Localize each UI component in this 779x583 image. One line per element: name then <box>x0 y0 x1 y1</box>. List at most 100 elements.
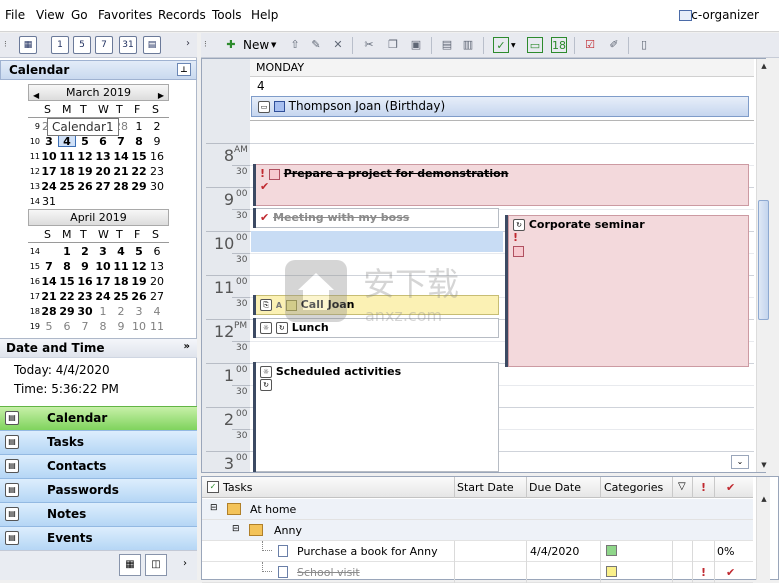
calendar-day[interactable]: 7 <box>40 260 58 273</box>
calendar-day[interactable]: 1 <box>94 305 112 318</box>
calendar-day[interactable]: 7 <box>112 135 130 148</box>
filter-icon[interactable]: ▽ <box>678 481 686 492</box>
calendar-day[interactable]: 23 <box>76 290 94 303</box>
calendar-day[interactable]: 13 <box>94 150 112 163</box>
completed-column-icon[interactable]: ✔ <box>726 481 735 494</box>
column-start-date[interactable]: Start Date <box>457 481 514 494</box>
calendar-day[interactable]: 14 <box>40 275 58 288</box>
task-subgroup-row[interactable]: ⊟ Anny <box>202 520 753 541</box>
calendar-day[interactable]: 1 <box>130 120 148 133</box>
calendar-day[interactable]: 26 <box>130 290 148 303</box>
expand-icon[interactable]: › <box>174 554 196 576</box>
today-view-button[interactable]: ▦ <box>19 36 37 54</box>
calendar-day[interactable]: 25 <box>58 180 76 193</box>
week-view-button[interactable]: 7 <box>95 36 113 54</box>
column-categories[interactable]: Categories <box>604 481 663 494</box>
calendar-day[interactable]: 2 <box>76 245 94 258</box>
paste-icon[interactable]: ▣ <box>408 37 424 53</box>
calendar-day[interactable]: 10 <box>130 320 148 333</box>
menu-tools[interactable]: Tools <box>212 8 242 22</box>
chevron-down-icon[interactable]: ▼ <box>271 41 276 49</box>
work-week-button[interactable]: 5 <box>73 36 91 54</box>
calendar-day[interactable]: 8 <box>94 320 112 333</box>
calendar-day[interactable]: 9 <box>76 260 94 273</box>
collapse-icon[interactable]: ⊟ <box>232 524 240 534</box>
task-group-row[interactable]: ⊟ At home <box>202 499 753 520</box>
table-row[interactable]: Purchase a book for Anny 4/4/2020 0% <box>202 541 753 562</box>
calendar-day[interactable]: 20 <box>94 165 112 178</box>
calendar-day[interactable]: 5 <box>76 135 94 148</box>
edit-icon[interactable]: ✎ <box>308 37 324 53</box>
scroll-up-icon[interactable]: ▲ <box>758 60 770 72</box>
nav-button-passwords[interactable]: ▤ Passwords <box>0 478 197 502</box>
calendar-day[interactable]: 16 <box>76 275 94 288</box>
calendar-day[interactable]: 26 <box>76 180 94 193</box>
calendar-day[interactable]: 28 <box>112 180 130 193</box>
pin-icon[interactable]: ⊥ <box>177 63 191 76</box>
menu-view[interactable]: View <box>36 8 64 22</box>
properties-icon[interactable]: ▤ <box>439 37 455 53</box>
calendar-day[interactable]: 4 <box>58 135 76 148</box>
calendar-day[interactable]: 10 <box>94 260 112 273</box>
options-icon[interactable]: ◫ <box>145 554 167 576</box>
calendar-day[interactable]: 30 <box>76 305 94 318</box>
calendar-day[interactable]: 8 <box>130 135 148 148</box>
calendar-day[interactable]: 21 <box>40 290 58 303</box>
event-corporate-seminar[interactable]: ↻ Corporate seminar ! <box>508 215 749 367</box>
calendar-day[interactable]: 6 <box>58 320 76 333</box>
calendar-day[interactable]: 9 <box>112 320 130 333</box>
calendar-day[interactable]: 29 <box>130 180 148 193</box>
scroll-thumb[interactable] <box>758 200 769 320</box>
collapse-icon[interactable]: » <box>184 341 190 352</box>
delete-icon[interactable]: ✕ <box>330 37 346 53</box>
menu-favorites[interactable]: Favorites <box>98 8 152 22</box>
column-tasks[interactable]: Tasks <box>223 481 252 494</box>
chevron-down-icon[interactable]: ⌄ <box>731 455 749 469</box>
calendar-day[interactable]: 13 <box>148 260 166 273</box>
calendar-day[interactable]: 10 <box>40 150 58 163</box>
calendar-day[interactable]: 19 <box>76 165 94 178</box>
calendar-day[interactable]: 4 <box>148 305 166 318</box>
chevron-right-icon[interactable]: › <box>186 38 190 49</box>
calendar-day[interactable]: 15 <box>130 150 148 163</box>
calendar-day[interactable]: 11 <box>112 260 130 273</box>
calendar-day[interactable]: 28 <box>40 305 58 318</box>
task-list-icon[interactable]: ☑ <box>582 37 598 53</box>
task-scrollbar[interactable]: ▲ <box>756 477 770 580</box>
calendar-day[interactable]: 30 <box>148 180 166 193</box>
calendar-day[interactable]: 3 <box>94 245 112 258</box>
nav-button-events[interactable]: ▤ Events <box>0 526 197 550</box>
calendar-day[interactable]: 25 <box>112 290 130 303</box>
allday-event[interactable]: ▭ Thompson Joan (Birthday) <box>251 96 749 117</box>
calendar-day[interactable]: 6 <box>148 245 166 258</box>
scroll-up-icon[interactable]: ▲ <box>758 493 770 505</box>
collapse-icon[interactable]: ⊟ <box>210 503 218 513</box>
note-icon[interactable]: ✐ <box>606 37 622 53</box>
calendar-day[interactable]: 27 <box>94 180 112 193</box>
complete-icon[interactable]: ✓ <box>493 37 509 53</box>
calendar-day[interactable]: 7 <box>76 320 94 333</box>
column-due-date[interactable]: Due Date <box>529 481 581 494</box>
calendar-day[interactable]: 12 <box>130 260 148 273</box>
new-icon[interactable]: ✚ <box>223 37 239 53</box>
task-name[interactable]: School visit <box>297 566 360 579</box>
month-view-button[interactable]: 31 <box>119 36 137 54</box>
year-view-button[interactable]: ▤ <box>143 36 161 54</box>
menu-go[interactable]: Go <box>71 8 88 22</box>
menu-help[interactable]: Help <box>251 8 278 22</box>
calendar-day[interactable]: 24 <box>40 180 58 193</box>
prev-month-icon[interactable]: ◀ <box>33 88 39 103</box>
calendar-day[interactable]: 2 <box>112 305 130 318</box>
calendar-day[interactable]: 14 <box>112 150 130 163</box>
calendar-day[interactable]: 21 <box>112 165 130 178</box>
menu-file[interactable]: File <box>5 8 25 22</box>
calendar-day[interactable]: 20 <box>148 275 166 288</box>
nav-button-tasks[interactable]: ▤ Tasks <box>0 430 197 454</box>
clipboard-icon[interactable]: ▥ <box>460 37 476 53</box>
calendar-day[interactable]: 1 <box>58 245 76 258</box>
event-scheduled-activities[interactable]: ☼ Scheduled activities ↻ <box>255 362 499 472</box>
configure-icon[interactable]: ▦ <box>119 554 141 576</box>
calendar-day[interactable]: 27 <box>148 290 166 303</box>
calendar-day[interactable]: 9 <box>148 135 166 148</box>
layout-icon[interactable]: ▯ <box>636 37 652 53</box>
